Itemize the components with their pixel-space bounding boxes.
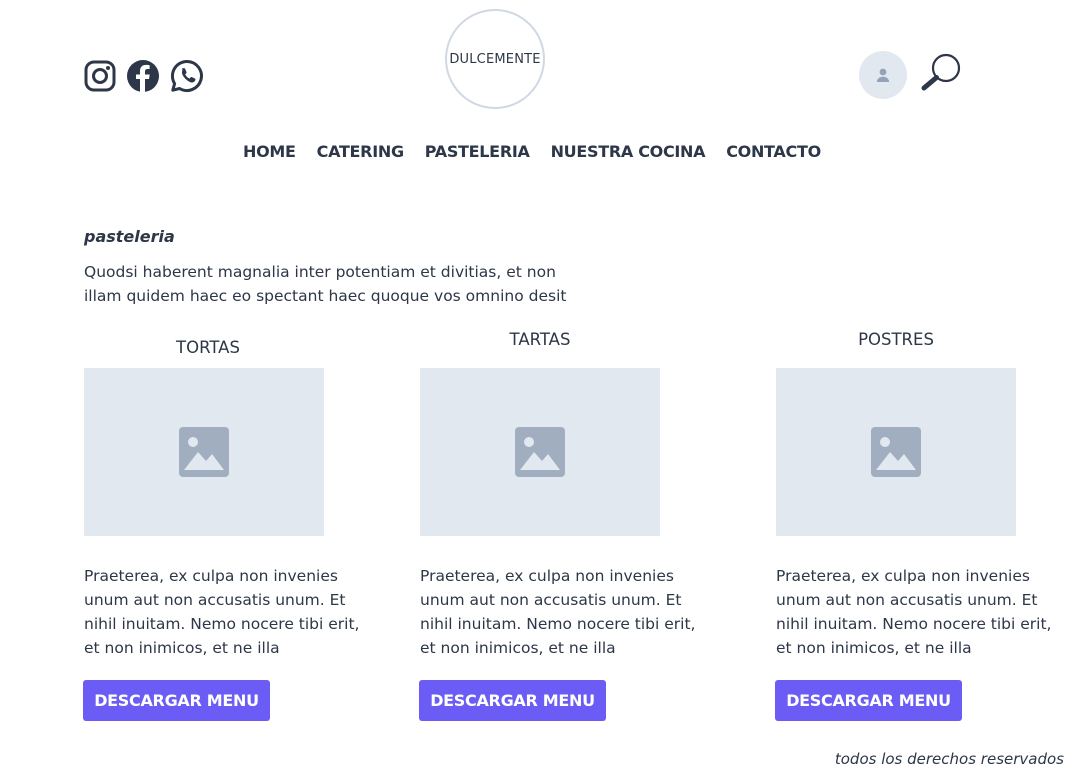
card-title: TORTAS (176, 338, 240, 357)
image-placeholder (776, 368, 1016, 536)
whatsapp-icon (171, 59, 203, 92)
intro-text: Quodsi haberent magnalia inter potentiam… (84, 263, 567, 305)
nav-nuestra-cocina[interactable]: NUESTRA COCINA (551, 142, 706, 161)
card-title: TARTAS (509, 330, 571, 349)
instagram-link[interactable] (83, 59, 117, 93)
whatsapp-link[interactable] (170, 59, 204, 93)
nav-pasteleria[interactable]: PASTELERIA (425, 142, 530, 161)
main-nav: HOME CATERING PASTELERIA NUESTRA COCINA … (243, 142, 842, 161)
image-icon (871, 427, 921, 477)
site-logo[interactable]: DULCEMENTE (445, 9, 545, 109)
footer-text: todos los derechos reservados (834, 750, 1064, 768)
account-button[interactable] (859, 51, 907, 99)
nav-contacto[interactable]: CONTACTO (726, 142, 821, 161)
image-icon (515, 427, 565, 477)
nav-home[interactable]: HOME (243, 142, 296, 161)
section-label: pasteleria (84, 227, 175, 246)
download-menu-button[interactable]: DESCARGAR MENU (83, 680, 270, 721)
image-placeholder (84, 368, 324, 536)
facebook-icon (127, 60, 159, 92)
facebook-link[interactable] (126, 59, 160, 93)
nav-catering[interactable]: CATERING (317, 142, 404, 161)
instagram-icon (84, 60, 116, 92)
search-icon (921, 53, 961, 91)
card-description: Praeterea, ex culpa non invenies unum au… (420, 567, 696, 657)
download-menu-button[interactable]: DESCARGAR MENU (419, 680, 606, 721)
search-button[interactable] (920, 52, 962, 92)
image-icon (179, 427, 229, 477)
card-title: POSTRES (858, 330, 934, 349)
logo-text: DULCEMENTE (449, 51, 541, 67)
card-description: Praeterea, ex culpa non invenies unum au… (776, 567, 1052, 657)
download-menu-button[interactable]: DESCARGAR MENU (775, 680, 962, 721)
image-placeholder (420, 368, 660, 536)
user-icon (876, 68, 890, 82)
card-description: Praeterea, ex culpa non invenies unum au… (84, 567, 360, 657)
